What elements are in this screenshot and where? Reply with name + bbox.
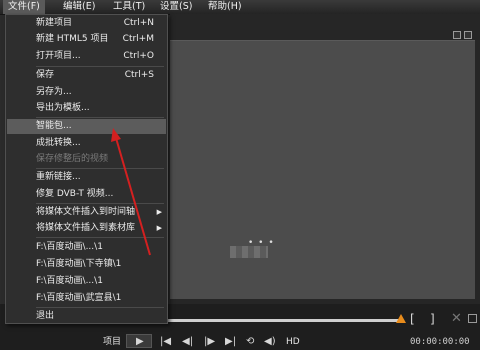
annotation-arrow: [111, 128, 151, 256]
annotation-arrow-head: [111, 128, 121, 142]
annotation-arrow-shaft: [115, 137, 151, 256]
